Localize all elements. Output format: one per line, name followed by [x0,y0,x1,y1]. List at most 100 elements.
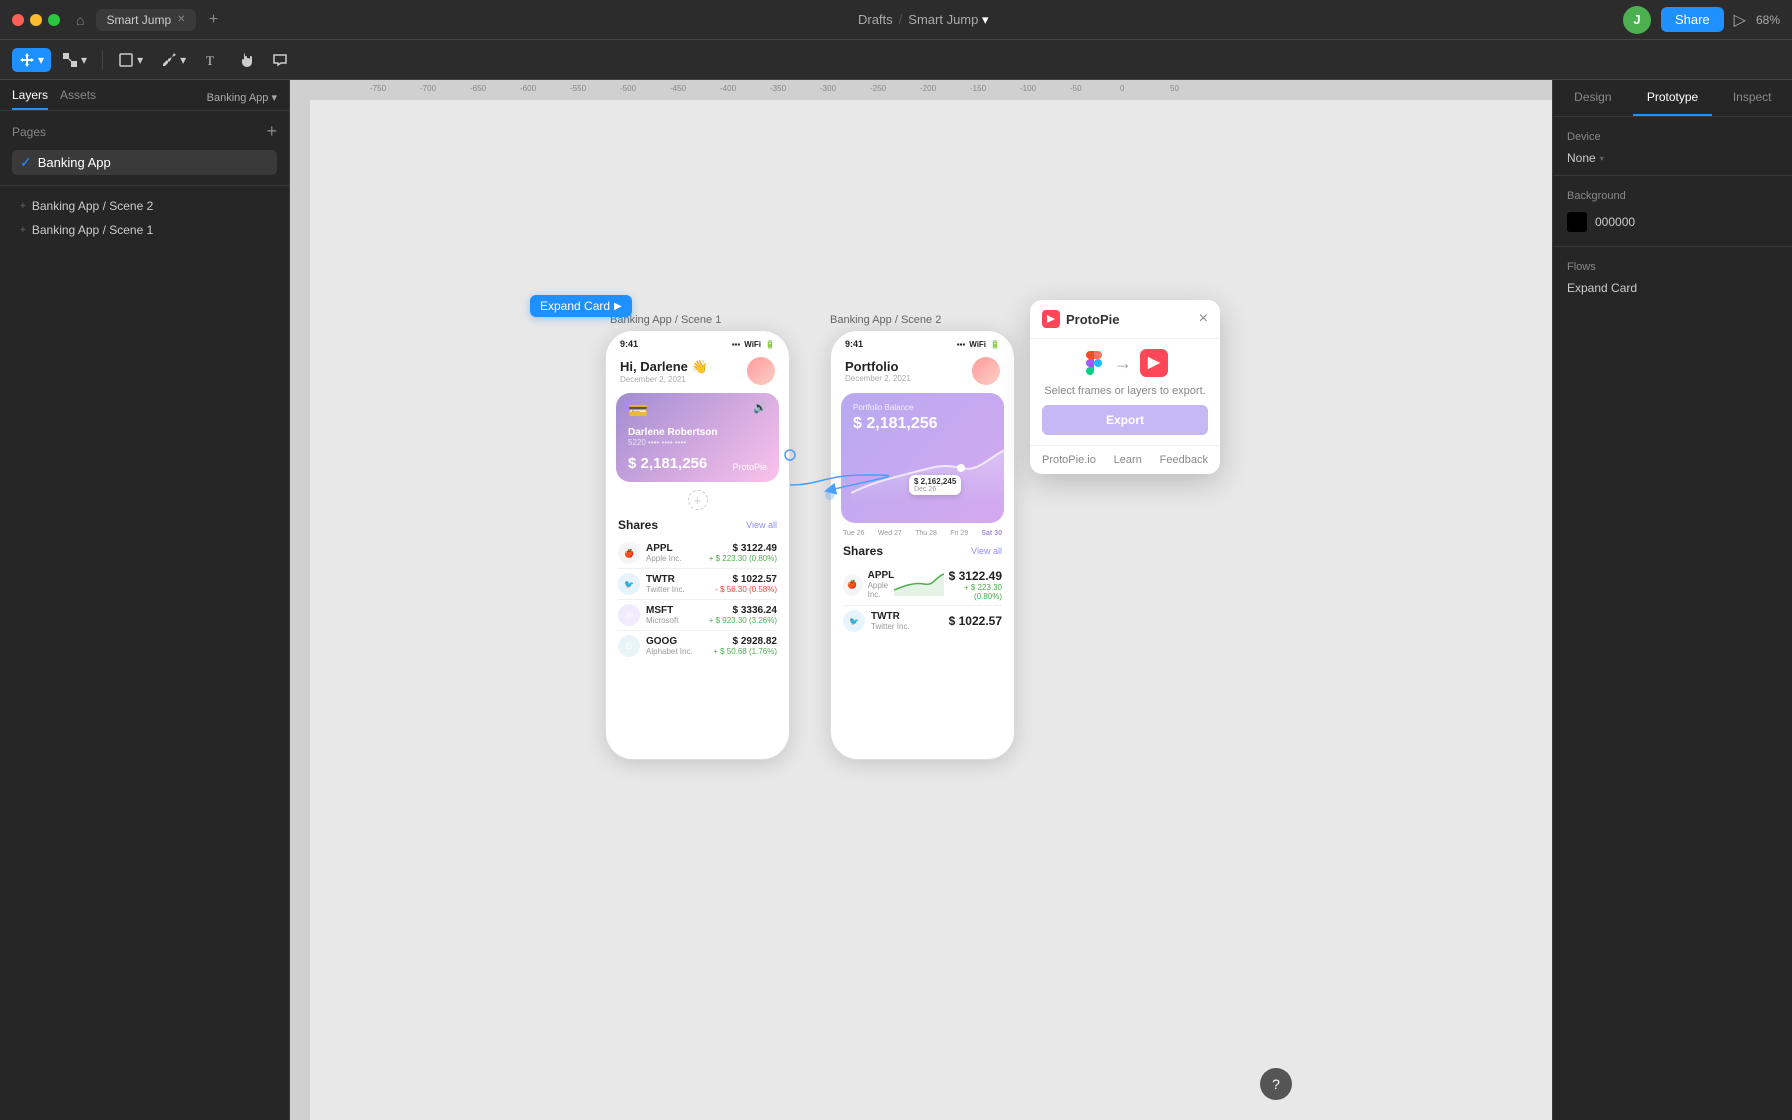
ruler-label: 50 [1170,84,1179,93]
tool-comment[interactable] [265,48,295,72]
help-button[interactable]: ? [1260,1068,1292,1100]
ps-item-twtr: 🐦 TWTR Twitter Inc. $ 1022.57 [843,606,1002,636]
device-row: None ▾ [1567,151,1778,165]
shares-section-1: Shares View all 🍎 APPL Apple Inc. $ 312 [606,514,789,665]
pp-footer: ProtoPie.io Learn Feedback [1030,445,1220,474]
view-all-1[interactable]: View all [746,520,777,530]
tab-inspect[interactable]: Inspect [1712,80,1792,116]
phone-frame-1: 9:41 ▪▪▪ WiFi 🔋 Hi, Darlene 👋 December 2… [605,330,790,760]
card-bottom: $ 2,181,256 ProtoPie [628,455,767,472]
ruler-label: -200 [920,84,936,93]
svg-text:T: T [206,53,214,68]
phone-scene-1: 9:41 ▪▪▪ WiFi 🔋 Hi, Darlene 👋 December 2… [605,330,790,760]
tab-close-icon[interactable]: ✕ [177,14,185,25]
stock-change-appl: + $ 223.30 (0.80%) [709,554,777,563]
tool-scale[interactable]: ▾ [55,48,94,72]
tab-prototype[interactable]: Prototype [1633,80,1713,116]
ps-ticker-twtr: TWTR [871,611,949,622]
tool-hand[interactable] [231,48,261,72]
pp-export-button[interactable]: Export [1042,405,1208,435]
expand-card-arrow-icon: ▶ [614,301,622,312]
tab-smart-jump[interactable]: Smart Jump ✕ [96,9,195,31]
banking-app-dropdown[interactable]: Banking App ▾ [207,91,277,104]
maximize-window-btn[interactable] [48,14,60,26]
pp-link-feedback[interactable]: Feedback [1160,454,1208,466]
background-row: 000000 [1567,212,1778,232]
pp-link-learn[interactable]: Learn [1114,454,1142,466]
stock-ticker-twtr: TWTR [646,574,715,585]
canvas-content: Expand Card ▶ Banking App / Scene 1 Bank… [310,100,1552,1120]
protopie-popup: ProtoPie × → [1030,300,1220,474]
ruler-label: -50 [1070,84,1082,93]
protopie-logo-icon [1042,310,1060,328]
stock-ticker-goog: GOOG [646,636,713,647]
ps-name-appl: Apple Inc. [868,581,895,599]
close-window-btn[interactable] [12,14,24,26]
home-icon[interactable]: ⌂ [76,12,84,28]
play-button[interactable]: ▷ [1734,10,1746,30]
day-thu: Thu 28 [915,530,937,537]
pp-logo-row: ProtoPie [1042,310,1119,328]
share-button[interactable]: Share [1661,7,1724,32]
pages-title: Pages [12,125,46,139]
balance-label: Portfolio Balance [853,403,992,412]
stock-price-twtr: $ 1022.57 - $ 56.30 (0.58%) [715,574,777,594]
background-color-swatch[interactable] [1567,212,1587,232]
tool-text[interactable]: T [197,48,227,72]
avatar: J [1623,6,1651,34]
flows-title: Flows [1567,261,1778,273]
expand-card-button[interactable]: Expand Card ▶ [530,295,632,317]
vertical-ruler [290,80,310,1120]
scene2-label: Banking App / Scene 2 [830,310,941,328]
background-hex: 000000 [1595,215,1635,229]
shares-title-1: Shares [618,518,658,532]
add-card-icon[interactable]: + [688,490,708,510]
ps-price-appl: $ 3122.49 + $ 223.30 (0.80%) [944,569,1002,601]
tab-design[interactable]: Design [1553,80,1633,116]
layer-scene-2[interactable]: + Banking App / Scene 2 [12,194,277,218]
rp-tabs: Design Prototype Inspect [1553,80,1792,117]
flow-item-expand-card[interactable]: Expand Card [1567,281,1778,295]
canvas[interactable]: -750 -700 -650 -600 -550 -500 -450 -400 … [290,80,1552,1120]
card-name: Darlene Robertson [628,427,767,438]
topbar: ⌂ Smart Jump ✕ + Drafts / Smart Jump ▾ J… [0,0,1792,40]
status-icons-2: ▪▪▪ WiFi 🔋 [957,340,1000,349]
topbar-right: J Share ▷ 68% [1623,6,1780,34]
ps-info-twtr: TWTR Twitter Inc. [871,611,949,631]
pp-link-protopie[interactable]: ProtoPie.io [1042,454,1096,466]
figma-logo-icon [1082,351,1106,375]
new-tab-button[interactable]: + [204,10,224,30]
stock-info-twtr: TWTR Twitter Inc. [646,574,715,594]
toolbar-separator [102,50,103,70]
breadcrumb-project[interactable]: Smart Jump ▾ [908,12,988,28]
device-dropdown[interactable]: None ▾ [1567,151,1604,165]
stock-price-goog: $ 2928.82 + $ 50.68 (1.76%) [713,636,777,656]
tab-assets[interactable]: Assets [60,88,96,110]
tool-shape[interactable]: ▾ [111,48,150,72]
tab-layers[interactable]: Layers [12,88,48,110]
minimize-window-btn[interactable] [30,14,42,26]
tool-pen[interactable]: ▾ [154,48,193,72]
device-value: None [1567,151,1596,165]
tool-move[interactable]: ▾ [12,48,51,72]
zoom-label[interactable]: 68% [1756,13,1780,27]
ruler-label: -450 [670,84,686,93]
layer-scene-1[interactable]: + Banking App / Scene 1 [12,218,277,242]
stock-item-msft: Ⓜ MSFT Microsoft $ 3336.24 + $ 923.30 (3… [618,600,777,631]
ps-view-all[interactable]: View all [971,546,1002,556]
stock-item-goog: G GOOG Alphabet Inc. $ 2928.82 + $ 50.68… [618,631,777,661]
pages-header: Pages + [12,121,277,142]
card-company: ProtoPie [732,462,767,472]
stock-change-goog: + $ 50.68 (1.76%) [713,647,777,656]
page-banking-app[interactable]: ✓ Banking App [12,150,277,175]
time-1: 9:41 [620,339,638,349]
avatar-1 [747,357,775,385]
card-chip-icon: 💳 [628,401,648,421]
pp-close-button[interactable]: × [1199,311,1208,327]
device-title: Device [1567,131,1778,143]
breadcrumb-drafts[interactable]: Drafts [858,12,893,27]
chevron-down-icon: ▾ [1600,154,1604,163]
add-page-button[interactable]: + [266,121,277,142]
shares-header-1: Shares View all [618,518,777,532]
background-section: Background 000000 [1553,176,1792,247]
